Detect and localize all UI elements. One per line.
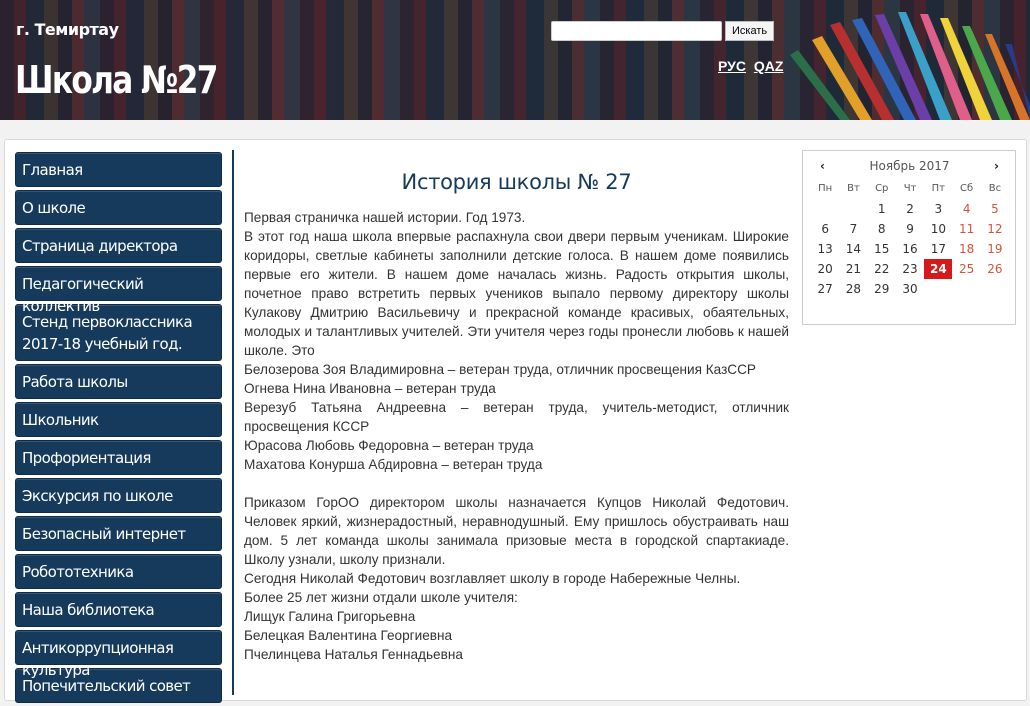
calendar-weekday: Вс: [988, 183, 1002, 194]
article-paragraph: Приказом ГорОО директором школы назначае…: [244, 495, 789, 567]
menu-item-about[interactable]: О школе: [15, 190, 222, 225]
lang-kz-link[interactable]: QAZ: [754, 58, 784, 74]
calendar-day[interactable]: 2: [896, 199, 924, 219]
calendar-day[interactable]: 5: [981, 199, 1009, 219]
calendar-next-icon[interactable]: ›: [994, 159, 999, 173]
calendar-day[interactable]: 25: [952, 259, 980, 279]
calendar-weekday: Ср: [875, 183, 889, 194]
calendar-week: 13 14 15 16 17 18 19: [811, 239, 1009, 259]
calendar-header: ‹ Ноябрь 2017 ›: [803, 151, 1015, 181]
calendar-weekday: Вт: [847, 183, 860, 194]
calendar-day[interactable]: 28: [839, 279, 867, 299]
calendar-day[interactable]: 3: [924, 199, 952, 219]
calendar-day[interactable]: 7: [839, 219, 867, 239]
search-form: Искать: [551, 21, 775, 41]
calendar-day: [981, 279, 1009, 299]
site-title: Школа №27: [15, 58, 218, 102]
calendar-week: 6 7 8 9 10 11 12: [811, 219, 1009, 239]
article-paragraph: Верезуб Татьяна Андреевна – ветеран труд…: [244, 400, 789, 434]
calendar-day[interactable]: 30: [896, 279, 924, 299]
column-divider: [232, 150, 234, 695]
article-title: История школы № 27: [401, 170, 632, 194]
calendar-day[interactable]: 9: [896, 219, 924, 239]
menu-item-home[interactable]: Главная: [15, 152, 222, 187]
calendar-day[interactable]: 11: [952, 219, 980, 239]
article-paragraph: В этот год наша школа впервые распахнула…: [244, 229, 789, 358]
menu-item-career[interactable]: Профориентация: [15, 440, 222, 475]
site-header: г. Темиртау Школа №27 Искать РУС QAZ: [0, 0, 1030, 120]
calendar-weekday: Пт: [931, 183, 946, 194]
article-paragraph: Белозерова Зоя Владимировна – ветеран тр…: [244, 362, 757, 377]
calendar-day[interactable]: 4: [952, 199, 980, 219]
menu-item-safe-internet[interactable]: Безопасный интернет: [15, 516, 222, 551]
article-paragraph: Сегодня Николай Федотович возглавляет шк…: [244, 571, 741, 586]
calendar-weekday: Чт: [903, 183, 917, 194]
search-input[interactable]: [551, 21, 722, 41]
article-paragraph: Белецкая Валентина Георгиевна: [244, 628, 453, 643]
calendar-day[interactable]: 26: [981, 259, 1009, 279]
search-button[interactable]: Искать: [725, 21, 775, 41]
calendar-day: [811, 199, 839, 219]
calendar-week: 27 28 29 30: [811, 279, 1009, 299]
calendar-prev-icon[interactable]: ‹: [820, 159, 825, 173]
calendar-day[interactable]: 14: [839, 239, 867, 259]
article: История школы № 27 Первая страничка наше…: [244, 160, 789, 664]
calendar-day: [839, 199, 867, 219]
calendar-day[interactable]: 23: [896, 259, 924, 279]
calendar-day[interactable]: 6: [811, 219, 839, 239]
calendar-day: [952, 279, 980, 299]
article-paragraph: Махатова Конурша Абдировна – ветеран тру…: [244, 457, 543, 472]
calendar-day[interactable]: 20: [811, 259, 839, 279]
calendar-month: Ноябрь 2017: [869, 159, 950, 173]
article-paragraph: Первая страничка нашей истории. Год 1973…: [244, 210, 526, 225]
article-paragraph: Юрасова Любовь Федоровна – ветеран труда: [244, 438, 534, 453]
calendar-weekday: Сб: [960, 183, 974, 194]
calendar-day[interactable]: 15: [868, 239, 896, 259]
calendar-day: [924, 279, 952, 299]
calendar-day[interactable]: 21: [839, 259, 867, 279]
menu-item-library[interactable]: Наша библиотека: [15, 592, 222, 627]
calendar-day[interactable]: 24: [924, 259, 953, 279]
pencils-image: [790, 12, 1030, 120]
city-label: г. Темиртау: [16, 20, 119, 39]
calendar-day[interactable]: 8: [868, 219, 896, 239]
calendar-widget: ‹ Ноябрь 2017 › Пн Вт Ср Чт Пт Сб Вс 1 2 3 4 5 6 7 8 9 1…: [802, 150, 1016, 325]
calendar-week: 20 21 22 23 24 25 26: [811, 259, 1009, 279]
language-switcher: РУС QAZ: [718, 58, 787, 74]
menu-item-tour[interactable]: Экскурсия по школе: [15, 478, 222, 513]
calendar-day[interactable]: 19: [981, 239, 1009, 259]
calendar-day[interactable]: 22: [868, 259, 896, 279]
calendar-day[interactable]: 18: [952, 239, 980, 259]
calendar-grid: Пн Вт Ср Чт Пт Сб Вс 1 2 3 4 5 6 7 8 9 10 11 12 13 14 15 16 17 1…: [811, 179, 1009, 299]
calendar-day[interactable]: 12: [981, 219, 1009, 239]
calendar-day[interactable]: 10: [924, 219, 952, 239]
article-paragraph: Лищук Галина Григорьевна: [244, 609, 416, 624]
calendar-day[interactable]: 29: [868, 279, 896, 299]
calendar-week: 12345: [811, 199, 1009, 219]
menu-item-anticorruption[interactable]: Антикоррупционная культура: [15, 630, 222, 679]
calendar-weekday: Пн: [818, 183, 833, 194]
calendar-weekdays: Пн Вт Ср Чт Пт Сб Вс: [811, 179, 1009, 199]
calendar-day[interactable]: 17: [924, 239, 952, 259]
lang-ru-link[interactable]: РУС: [718, 58, 746, 74]
menu-item-school-work[interactable]: Работа школы: [15, 364, 222, 399]
article-paragraph: Более 25 лет жизни отдали школе учителя:: [244, 590, 518, 605]
menu-item-first-graders[interactable]: Стенд первоклассника 2017-18 учебный год…: [15, 304, 222, 361]
article-paragraph: Пчелинцева Наталья Геннадьевна: [244, 647, 463, 662]
calendar-day[interactable]: 27: [811, 279, 839, 299]
article-paragraph: Огнева Нина Ивановна – ветеран труда: [244, 381, 496, 396]
menu-item-director[interactable]: Страница директора: [15, 228, 222, 263]
calendar-day[interactable]: 13: [811, 239, 839, 259]
menu-item-student[interactable]: Школьник: [15, 402, 222, 437]
calendar-day[interactable]: 16: [896, 239, 924, 259]
sidebar-menu: Главная О школе Страница директора Педаг…: [15, 152, 222, 706]
calendar-day[interactable]: 1: [868, 199, 896, 219]
menu-item-staff[interactable]: Педагогический коллектив: [15, 266, 222, 315]
menu-item-robotics[interactable]: Робототехника: [15, 554, 222, 589]
